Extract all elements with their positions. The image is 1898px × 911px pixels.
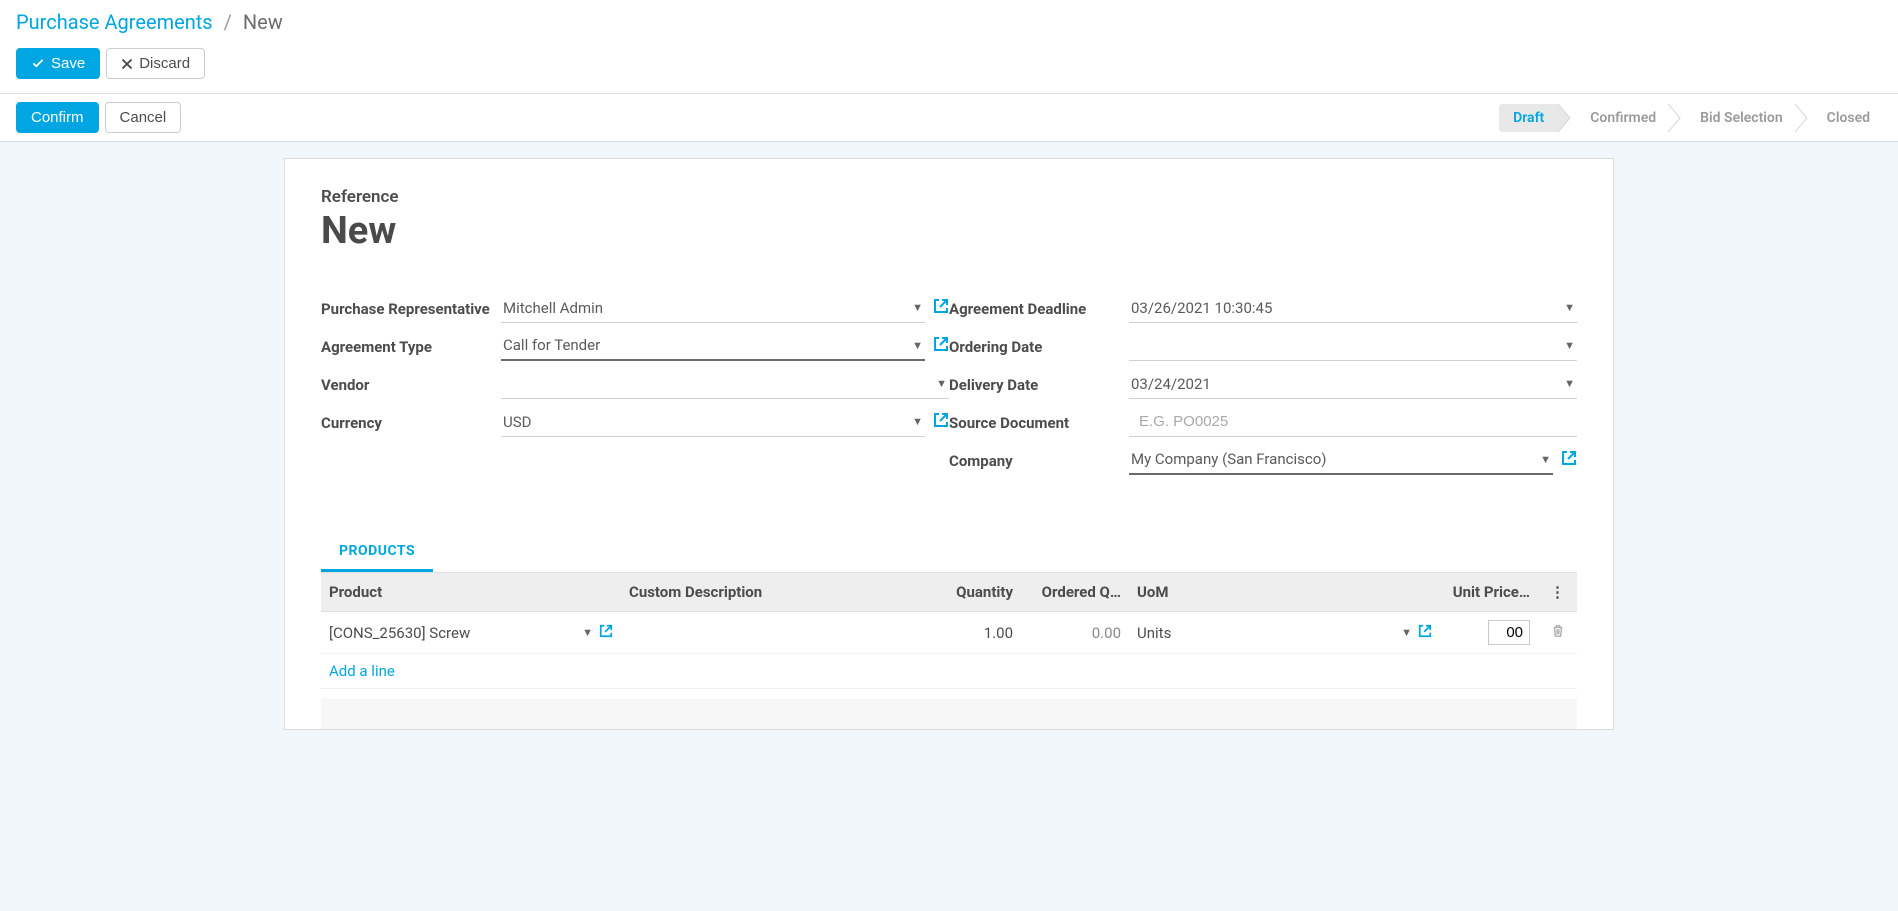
col-unit-price: Unit Price… [1440, 573, 1538, 612]
form-sheet: Reference New Purchase Representative Mi… [284, 158, 1614, 730]
status-step-bid-selection[interactable]: Bid Selection [1682, 104, 1809, 132]
chevron-down-icon[interactable]: ▼ [582, 626, 593, 639]
ordered-cell: 0.00 [1021, 612, 1129, 654]
currency-label: Currency [321, 407, 501, 435]
status-step-draft[interactable]: Draft [1499, 104, 1572, 132]
currency-field[interactable]: USD ▼ [501, 407, 925, 437]
confirm-button[interactable]: Confirm [16, 102, 99, 133]
status-step-closed[interactable]: Closed [1809, 104, 1882, 132]
check-icon [31, 57, 45, 71]
external-link-icon[interactable] [599, 624, 613, 642]
source-doc-label: Source Document [949, 407, 1129, 435]
trash-icon[interactable] [1551, 624, 1565, 642]
breadcrumb: Purchase Agreements / New [16, 10, 1882, 34]
delivery-date-field[interactable]: 03/24/2021 ▼ [1129, 369, 1577, 399]
company-label: Company [949, 445, 1129, 473]
product-cell[interactable]: [CONS_25630] Screw [329, 624, 576, 642]
table-row: [CONS_25630] Screw ▼ 1.00 0.00 Units ▼ [321, 612, 1577, 654]
save-button[interactable]: Save [16, 48, 100, 79]
external-link-icon[interactable] [1561, 450, 1577, 470]
close-icon [121, 58, 133, 70]
purchase-rep-field[interactable]: Mitchell Admin ▼ [501, 293, 925, 323]
external-link-icon[interactable] [1418, 624, 1432, 642]
company-field[interactable]: My Company (San Francisco) ▼ [1129, 445, 1553, 475]
quantity-cell[interactable]: 1.00 [921, 612, 1021, 654]
breadcrumb-current: New [243, 10, 283, 34]
description-cell[interactable] [621, 612, 921, 654]
col-uom: UoM [1129, 573, 1440, 612]
chevron-down-icon[interactable]: ▼ [1401, 626, 1412, 639]
external-link-icon[interactable] [933, 298, 949, 318]
purchase-rep-label: Purchase Representative [321, 293, 501, 321]
breadcrumb-root[interactable]: Purchase Agreements [16, 10, 213, 34]
col-description: Custom Description [621, 573, 921, 612]
breadcrumb-separator: / [224, 10, 232, 34]
external-link-icon[interactable] [933, 412, 949, 432]
chevron-down-icon: ▼ [1564, 339, 1575, 352]
deadline-field[interactable]: 03/26/2021 10:30:45 ▼ [1129, 293, 1577, 323]
chevron-right-icon [1668, 104, 1682, 132]
chevron-right-icon [1795, 104, 1809, 132]
uom-cell[interactable]: Units [1137, 624, 1395, 642]
add-line-button[interactable]: Add a line [321, 654, 1577, 689]
chevron-down-icon: ▼ [912, 301, 923, 314]
vendor-label: Vendor [321, 369, 501, 397]
agreement-type-label: Agreement Type [321, 331, 501, 359]
vendor-field[interactable]: ▼ [501, 369, 949, 399]
ordering-date-field[interactable]: ▼ [1129, 331, 1577, 361]
col-quantity: Quantity [921, 573, 1021, 612]
chevron-down-icon: ▼ [1564, 301, 1575, 314]
reference-value: New [321, 209, 1577, 253]
col-ordered: Ordered Q… [1021, 573, 1129, 612]
delivery-date-label: Delivery Date [949, 369, 1129, 397]
status-step-confirmed[interactable]: Confirmed [1572, 104, 1682, 132]
external-link-icon[interactable] [933, 336, 949, 356]
chevron-right-icon [1558, 104, 1572, 132]
chevron-down-icon: ▼ [912, 415, 923, 428]
unit-price-input[interactable] [1488, 620, 1530, 645]
ordering-date-label: Ordering Date [949, 331, 1129, 359]
kebab-icon[interactable]: ⋮ [1546, 583, 1569, 601]
chevron-down-icon: ▼ [1540, 453, 1551, 466]
col-product: Product [321, 573, 621, 612]
discard-button[interactable]: Discard [106, 48, 205, 79]
agreement-type-field[interactable]: Call for Tender ▼ [501, 331, 925, 361]
source-doc-field[interactable] [1129, 407, 1577, 437]
status-bar: Draft Confirmed Bid Selection Closed [1499, 104, 1882, 132]
tab-products[interactable]: Products [321, 533, 433, 572]
deadline-label: Agreement Deadline [949, 293, 1129, 321]
reference-label: Reference [321, 187, 1577, 207]
chevron-down-icon: ▼ [936, 377, 947, 390]
chevron-down-icon: ▼ [1564, 377, 1575, 390]
chevron-down-icon: ▼ [912, 339, 923, 352]
products-table: Product Custom Description Quantity Orde… [321, 573, 1577, 689]
cancel-button[interactable]: Cancel [105, 102, 182, 133]
